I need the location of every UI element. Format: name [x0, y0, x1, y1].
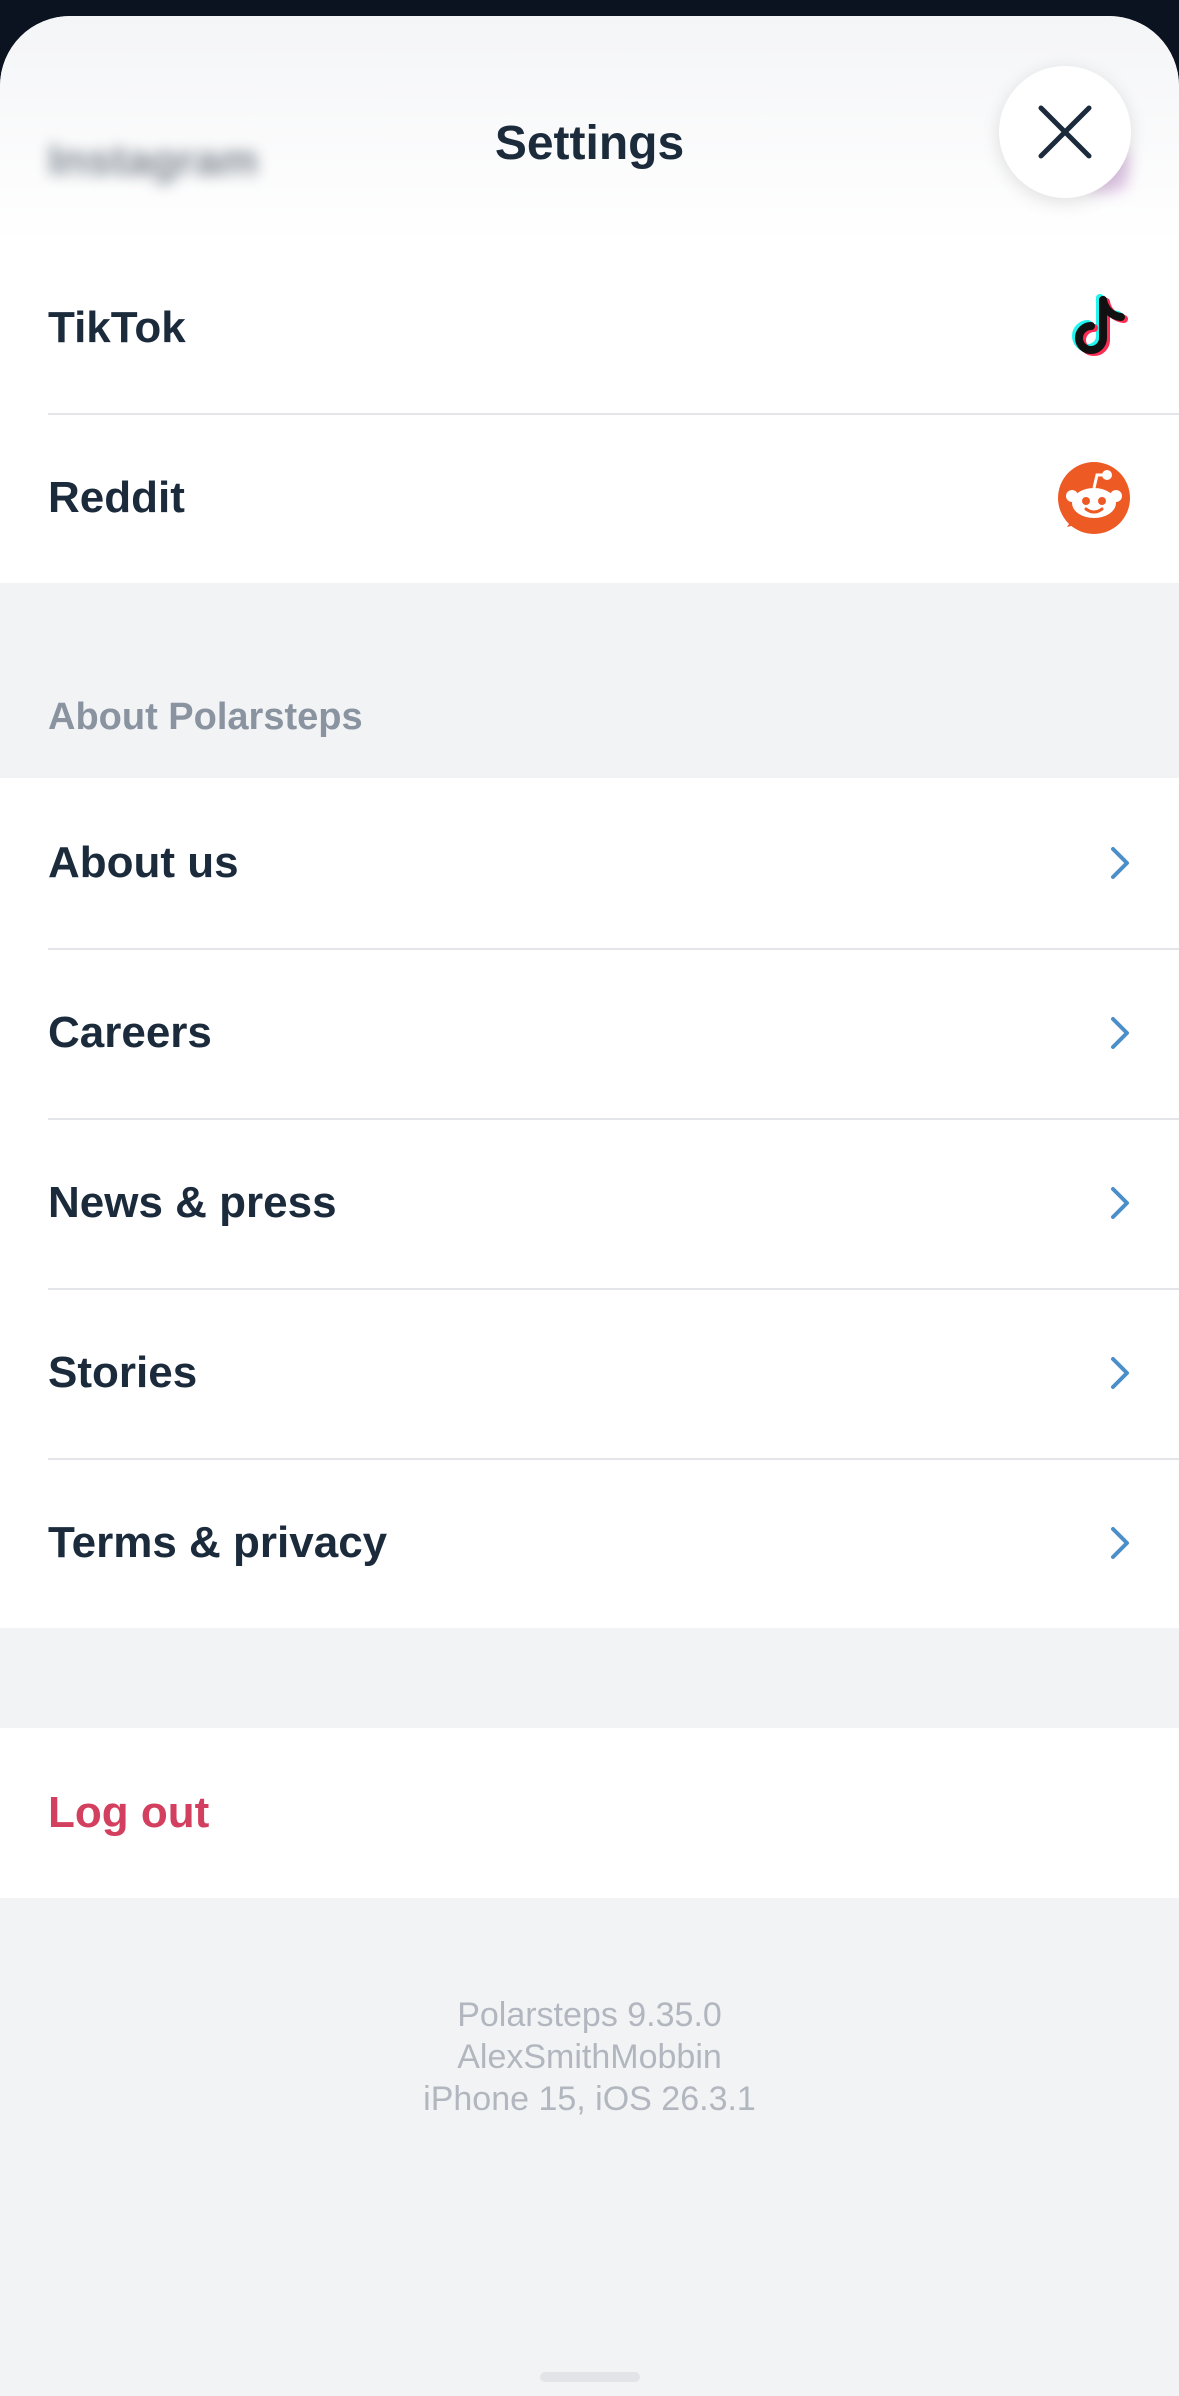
app-version: Polarsteps 9.35.0 [457, 1996, 722, 2034]
close-button[interactable] [999, 66, 1131, 198]
row-label: Careers [48, 1008, 212, 1057]
about-group: About us Careers News & press Stories Te… [0, 778, 1179, 1628]
row-label: Stories [48, 1348, 198, 1397]
chevron-right-icon [1109, 1355, 1131, 1391]
chevron-right-icon [1109, 1015, 1131, 1051]
settings-sheet: Instagram Settings TikTok Reddit About P… [0, 16, 1179, 2396]
tiktok-icon [1067, 294, 1131, 362]
device-info: iPhone 15, iOS 26.3.1 [423, 2080, 756, 2118]
about-row-careers[interactable]: Careers [0, 948, 1179, 1118]
account-group: Log out [0, 1728, 1179, 1898]
about-row-stories[interactable]: Stories [0, 1288, 1179, 1458]
app-info: Polarsteps 9.35.0 AlexSmithMobbin iPhone… [0, 1994, 1179, 2120]
row-label: About us [48, 838, 239, 887]
social-row-reddit[interactable]: Reddit [0, 413, 1179, 583]
about-row-terms-privacy[interactable]: Terms & privacy [0, 1458, 1179, 1628]
chevron-right-icon [1109, 1525, 1131, 1561]
close-icon [1038, 105, 1092, 159]
account-username: AlexSmithMobbin [457, 2038, 722, 2076]
chevron-right-icon [1109, 845, 1131, 881]
about-row-about-us[interactable]: About us [0, 778, 1179, 948]
row-label: Terms & privacy [48, 1518, 388, 1567]
section-header-about: About Polarsteps [48, 696, 363, 738]
chevron-right-icon [1109, 1185, 1131, 1221]
row-label: News & press [48, 1178, 337, 1227]
row-label: Reddit [48, 473, 185, 522]
social-row-tiktok[interactable]: TikTok [0, 243, 1179, 413]
social-group: TikTok Reddit [0, 243, 1179, 583]
logout-button[interactable]: Log out [0, 1728, 1179, 1898]
row-label: TikTok [48, 303, 186, 352]
logout-label: Log out [48, 1788, 210, 1837]
about-row-news-press[interactable]: News & press [0, 1118, 1179, 1288]
home-indicator [540, 2372, 640, 2382]
reddit-icon [1057, 461, 1131, 535]
